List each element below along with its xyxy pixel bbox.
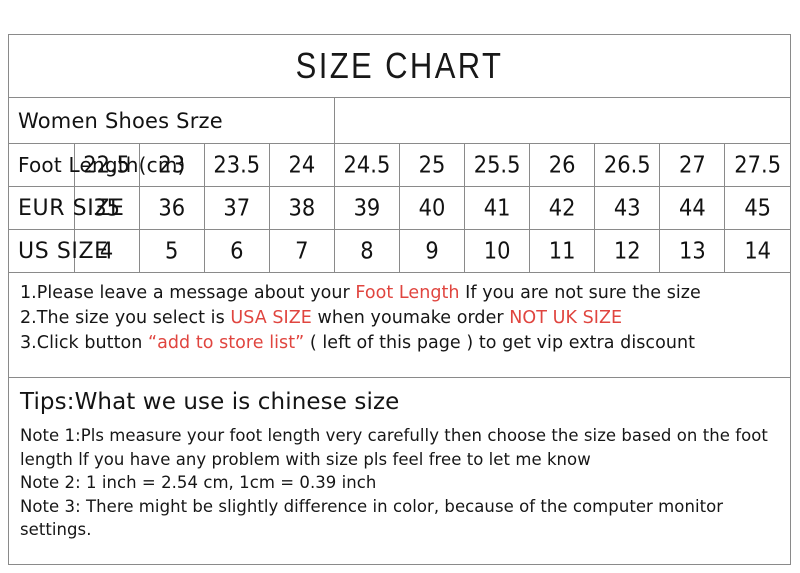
tips-note-3: Note 3: There might be slightly differen… [20, 496, 724, 540]
tips-block: Tips:What we use is chinese size Note 1:… [9, 377, 790, 567]
note-line-2: 2.The size you select is USA SIZE when y… [20, 306, 790, 331]
note-3-highlight-add-to-store-list: “add to store list” [148, 333, 305, 353]
size-chart-table: Women Shoes Srze Foot Length(cm) 22.5 23… [9, 98, 790, 272]
note-2-part-a: 2.The size you select is [20, 308, 231, 328]
cell-eur-size-9: 44 [659, 186, 726, 230]
cell-eur-size-8: 43 [594, 186, 661, 230]
note-1-part-b: If you are not sure the size [459, 283, 701, 303]
table-row-eur-size: EUR SIZE 35 36 37 38 39 40 41 42 43 44 4… [9, 186, 790, 230]
notes-block: 1.Please leave a message about your Foot… [9, 272, 790, 377]
size-chart-sheet: SIZE CHART Women Shoes Srze Foot Length(… [8, 34, 791, 565]
row-label-us-size: US SIZE [9, 229, 108, 272]
cell-foot-length-7: 26 [529, 143, 596, 187]
cell-us-size-6: 10 [464, 229, 531, 272]
cell-foot-length-8: 26.5 [594, 143, 661, 187]
cell-eur-size-5: 40 [399, 186, 466, 230]
cell-eur-size-6: 41 [464, 186, 531, 230]
cell-foot-length-10: 27.5 [724, 143, 790, 187]
cell-us-size-9: 13 [659, 229, 726, 272]
cell-eur-size-7: 42 [529, 186, 596, 230]
cell-us-size-5: 9 [399, 229, 466, 272]
cell-us-size-2: 6 [204, 229, 270, 272]
cell-eur-size-10: 45 [724, 186, 790, 230]
note-1-highlight-foot-length: Foot Length [355, 283, 460, 303]
cell-foot-length-4: 24.5 [334, 143, 400, 187]
chart-title-row: SIZE CHART [9, 35, 790, 98]
row-label-foot-length: Foot Length(cm) [9, 143, 185, 187]
table-row-us-size: US SIZE 4 5 6 7 8 9 10 11 12 13 14 [9, 229, 790, 272]
cell-us-size-4: 8 [334, 229, 400, 272]
cell-foot-length-5: 25 [399, 143, 466, 187]
cell-foot-length-9: 27 [659, 143, 726, 187]
note-2-highlight-not-uk-size: NOT UK SIZE [509, 308, 623, 328]
cell-foot-length-2: 23.5 [204, 143, 270, 187]
cell-us-size-7: 11 [529, 229, 596, 272]
cell-us-size-1: 5 [139, 229, 205, 272]
cell-foot-length-3: 24 [269, 143, 335, 187]
cell-foot-length-6: 25.5 [464, 143, 531, 187]
note-2-part-b: when youmake order [311, 308, 510, 328]
cell-us-size-8: 12 [594, 229, 661, 272]
tips-heading: Tips:What we use is chinese size [20, 389, 400, 415]
tips-note-2: Note 2: 1 inch = 2.54 cm, 1cm = 0.39 inc… [20, 473, 377, 492]
cell-eur-size-2: 37 [204, 186, 270, 230]
note-line-1: 1.Please leave a message about your Foot… [20, 281, 790, 306]
cell-foot-length-0: 22.5 [74, 143, 140, 187]
note-2-highlight-usa-size: USA SIZE [230, 308, 312, 328]
section-label-empty-cell [334, 98, 790, 144]
cell-us-size-10: 14 [744, 237, 772, 265]
cell-us-size-3: 7 [269, 229, 335, 272]
note-3-part-b: ( left of this page ) to get vip extra d… [304, 333, 696, 353]
tips-note-1: Note 1:Pls measure your foot length very… [20, 426, 768, 469]
note-3-part-a: 3.Click button [20, 333, 148, 353]
cell-eur-size-4: 39 [334, 186, 400, 230]
table-row-section-label: Women Shoes Srze [9, 98, 790, 144]
section-label-cell: Women Shoes Srze [9, 98, 335, 144]
size-chart-table-body: Women Shoes Srze Foot Length(cm) 22.5 23… [9, 98, 790, 272]
page-title: SIZE CHART [295, 44, 504, 87]
cell-eur-size-1: 36 [139, 186, 205, 230]
note-line-3: 3.Click button “add to store list” ( lef… [20, 331, 790, 356]
row-label-eur-size: EUR SIZE [9, 186, 124, 230]
cell-eur-size-3: 38 [269, 186, 335, 230]
note-1-part-a: 1.Please leave a message about your [20, 283, 356, 303]
table-row-foot-length: Foot Length(cm) 22.5 23 23.5 24 24.5 25 … [9, 143, 790, 187]
